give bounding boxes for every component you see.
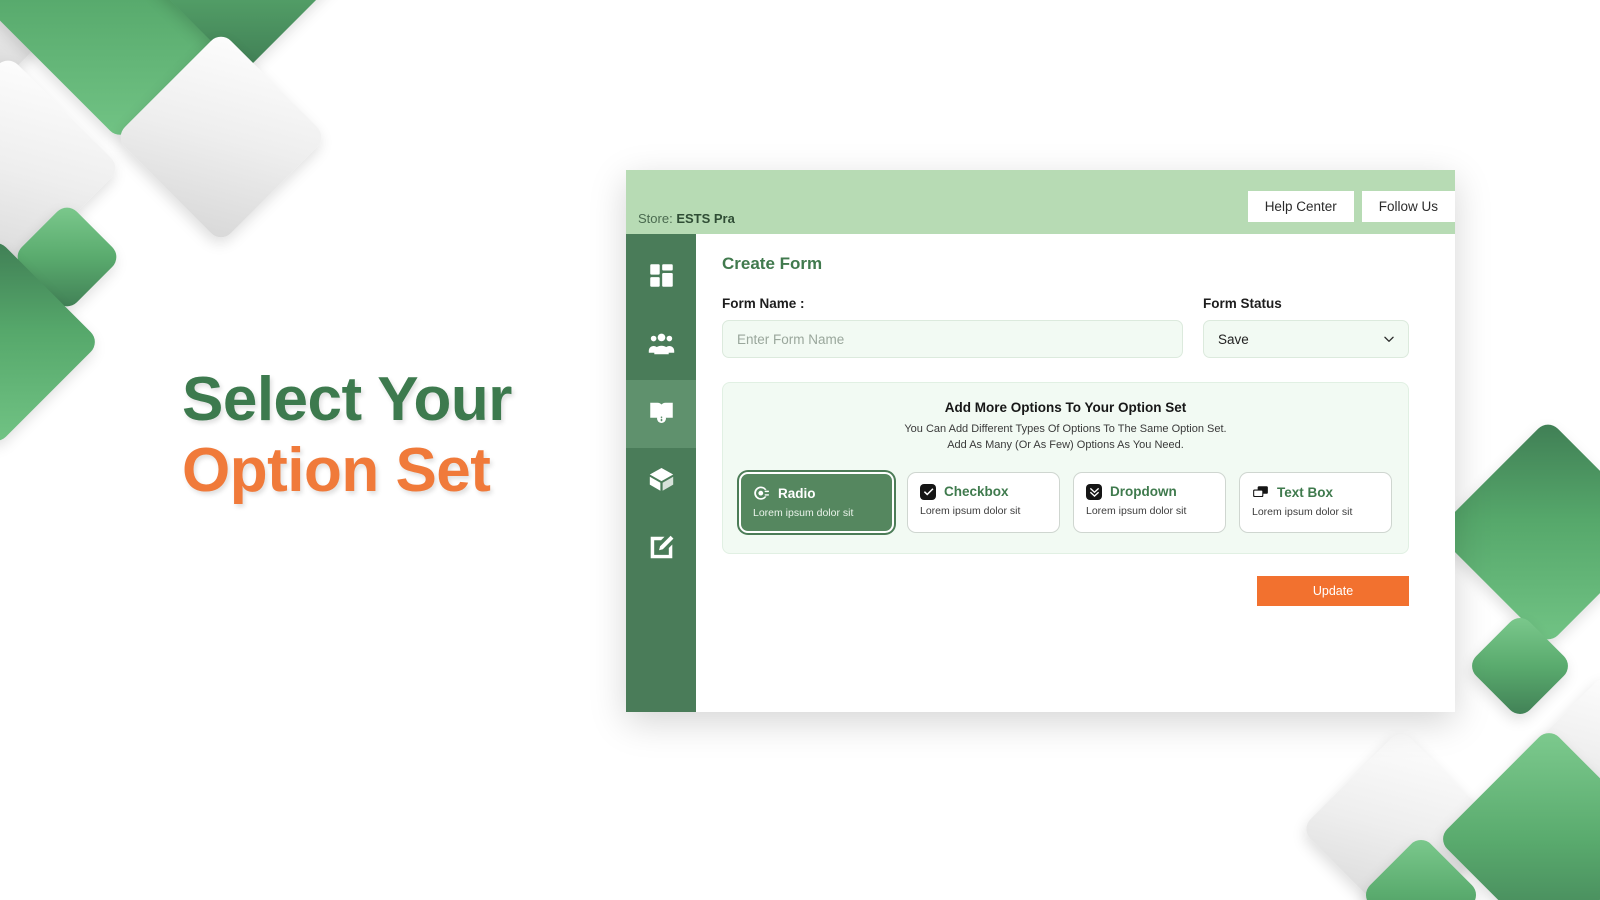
option-type-cards: Radio Lorem ipsum dolor sit Checkbox Lor… [739, 471, 1392, 533]
text-box-windows-icon [1252, 484, 1269, 501]
box-cube-icon [648, 466, 675, 498]
deco-square [1360, 834, 1482, 900]
options-panel-subtitle-2: Add As Many (Or As Few) Options As You N… [947, 438, 1184, 451]
form-status-select-wrap: Save [1203, 320, 1409, 358]
page-title: Create Form [722, 254, 823, 273]
deco-square [0, 0, 83, 85]
form-status-label: Form Status [1203, 296, 1282, 311]
main-content: Create Form Form Name : Form Status Save [696, 234, 1455, 712]
edit-pencil-icon [648, 534, 675, 566]
option-card-title: Checkbox [944, 484, 1009, 500]
hero-line-1: Select Your [182, 365, 512, 434]
follow-us-button[interactable]: Follow Us [1361, 191, 1455, 222]
option-card-desc: Lorem ipsum dolor sit [920, 504, 1021, 517]
sidebar-item-dashboard[interactable] [626, 244, 696, 312]
option-card-desc: Lorem ipsum dolor sit [1086, 504, 1187, 517]
option-card-desc: Lorem ipsum dolor sit [753, 506, 854, 519]
window-body: Create Form Form Name : Form Status Save [626, 234, 1455, 712]
option-card-header: Text Box [1252, 484, 1379, 501]
deco-square [0, 54, 122, 282]
sidebar [626, 234, 696, 712]
option-card-title: Text Box [1277, 484, 1334, 500]
app-window: Store: ESTS Pra Help Center Follow Us Cr… [626, 170, 1455, 712]
store-prefix: Store: [638, 211, 673, 226]
form-status-field-group: Form Status Save [1203, 296, 1409, 358]
option-card-radio[interactable]: Radio Lorem ipsum dolor sit [739, 471, 894, 533]
option-card-title: Dropdown [1110, 484, 1177, 500]
deco-square [11, 201, 123, 313]
deco-square [1437, 727, 1600, 900]
sidebar-item-products[interactable] [626, 448, 696, 516]
footer-actions: Update [722, 575, 1409, 606]
deco-square [1466, 612, 1574, 720]
sidebar-item-edit[interactable] [626, 516, 696, 584]
book-info-icon [648, 398, 675, 430]
deco-square [0, 237, 101, 447]
dropdown-chevrons-icon [1086, 483, 1102, 500]
deco-square [1513, 673, 1600, 857]
hero-headline: Select Your Option Set [182, 365, 512, 506]
deco-square [0, 0, 259, 141]
dashboard-grid-icon [648, 262, 675, 294]
option-card-header: Checkbox [920, 483, 1047, 500]
sidebar-item-users[interactable] [626, 312, 696, 380]
checkbox-checked-icon [920, 483, 936, 500]
users-group-icon [648, 330, 675, 362]
options-panel: Add More Options To Your Option Set You … [722, 382, 1409, 554]
topbar-actions: Help Center Follow Us [1247, 191, 1455, 222]
option-card-textbox[interactable]: Text Box Lorem ipsum dolor sit [1239, 471, 1392, 533]
option-card-title: Radio [778, 485, 816, 501]
form-name-input[interactable] [722, 320, 1183, 358]
store-label: Store: ESTS Pra [638, 211, 735, 226]
deco-square [114, 30, 328, 244]
form-fields-row: Form Name : Form Status Save [722, 296, 1409, 358]
form-name-label: Form Name : [722, 296, 805, 311]
store-name: ESTS Pra [676, 211, 735, 226]
deco-square [1434, 418, 1600, 646]
option-card-desc: Lorem ipsum dolor sit [1252, 505, 1353, 518]
option-card-dropdown[interactable]: Dropdown Lorem ipsum dolor sit [1073, 471, 1226, 533]
options-panel-subtitle-1: You Can Add Different Types Of Options T… [904, 423, 1227, 435]
top-bar: Store: ESTS Pra Help Center Follow Us [626, 170, 1455, 234]
update-button[interactable]: Update [1257, 575, 1409, 606]
option-card-header: Radio [753, 485, 880, 502]
option-card-header: Dropdown [1086, 483, 1213, 500]
option-card-checkbox[interactable]: Checkbox Lorem ipsum dolor sit [907, 471, 1060, 533]
deco-square [136, 0, 350, 74]
hero-line-2: Option Set [182, 436, 491, 506]
deco-square [1300, 728, 1502, 900]
sidebar-item-catalog[interactable] [626, 380, 696, 448]
form-status-select[interactable]: Save [1203, 320, 1409, 358]
help-center-button[interactable]: Help Center [1247, 191, 1354, 222]
options-panel-title: Add More Options To Your Option Set [944, 400, 1187, 415]
form-name-field-group: Form Name : [722, 296, 1183, 358]
radio-button-icon [753, 485, 770, 502]
